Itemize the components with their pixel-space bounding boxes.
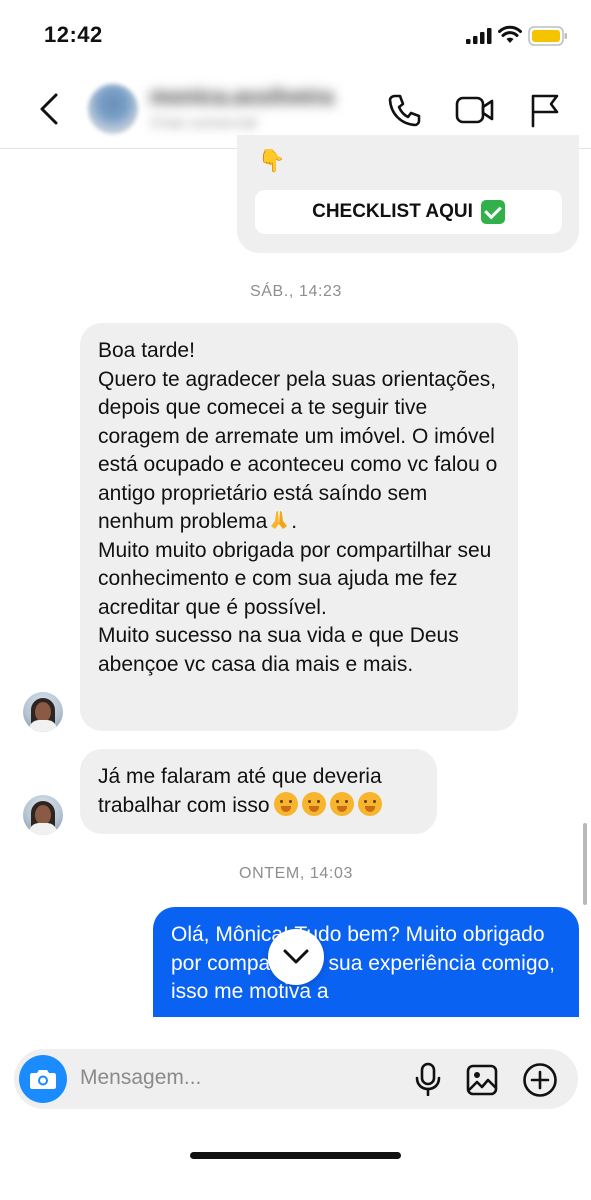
contact-avatar[interactable] — [88, 84, 138, 134]
timestamp-saturday: SÁB., 14:23 — [250, 283, 342, 300]
chevron-down-icon — [283, 949, 309, 964]
checklist-button-label: CHECKLIST AQUI — [312, 201, 473, 222]
checklist-button[interactable]: CHECKLIST AQUI — [255, 190, 562, 234]
check-mark-icon — [480, 200, 505, 224]
pointing-down-emoji: 👇 — [258, 148, 286, 173]
video-call-icon[interactable] — [455, 94, 495, 126]
contact-name[interactable]: monica.assilveira — [150, 84, 354, 114]
message-input[interactable]: Mensagem... — [80, 1066, 201, 1090]
microphone-icon[interactable] — [414, 1062, 442, 1096]
wifi-icon — [498, 25, 522, 43]
message-text: Olá, Mônica! Tudo bem? Muito obrigado po… — [171, 923, 556, 1003]
scrollbar[interactable] — [583, 823, 587, 905]
hand-over-mouth-emoji — [301, 791, 326, 816]
cellular-signal-icon — [466, 28, 492, 44]
status-time: 12:42 — [44, 22, 103, 47]
back-icon[interactable] — [36, 92, 62, 126]
phone-icon[interactable] — [386, 92, 422, 128]
home-indicator[interactable] — [190, 1152, 401, 1159]
contact-subtitle: Chat comercial — [150, 115, 257, 132]
image-icon[interactable] — [466, 1064, 498, 1096]
message-line: Boa tarde! — [98, 339, 195, 362]
plus-icon[interactable] — [522, 1062, 558, 1098]
hand-over-mouth-emoji — [329, 791, 354, 816]
message-line: Muito sucesso na sua vida e que Deus abe… — [98, 624, 459, 676]
sender-avatar[interactable] — [23, 692, 63, 732]
message-line: Muito muito obrigada por compartilhar se… — [98, 538, 492, 619]
timestamp-yesterday: ONTEM, 14:03 — [239, 865, 353, 882]
battery-icon — [528, 26, 567, 46]
flag-icon[interactable] — [529, 92, 561, 128]
incoming-message[interactable]: Boa tarde! Quero te agradecer pela suas … — [80, 323, 518, 731]
scroll-to-bottom-button[interactable] — [268, 929, 324, 985]
hand-over-mouth-emoji — [273, 791, 298, 816]
hand-over-mouth-emoji — [357, 791, 382, 816]
camera-button[interactable] — [19, 1055, 67, 1103]
message-line: . — [291, 510, 298, 533]
message-line: Quero te agradecer pela suas orientações… — [98, 367, 498, 534]
praying-hands-emoji — [271, 511, 288, 529]
camera-icon — [30, 1070, 56, 1089]
sender-avatar[interactable] — [23, 795, 63, 835]
outgoing-message[interactable]: Olá, Mônica! Tudo bem? Muito obrigado po… — [153, 907, 579, 1017]
incoming-message[interactable]: Já me falaram até que deveria trabalhar … — [80, 749, 437, 834]
